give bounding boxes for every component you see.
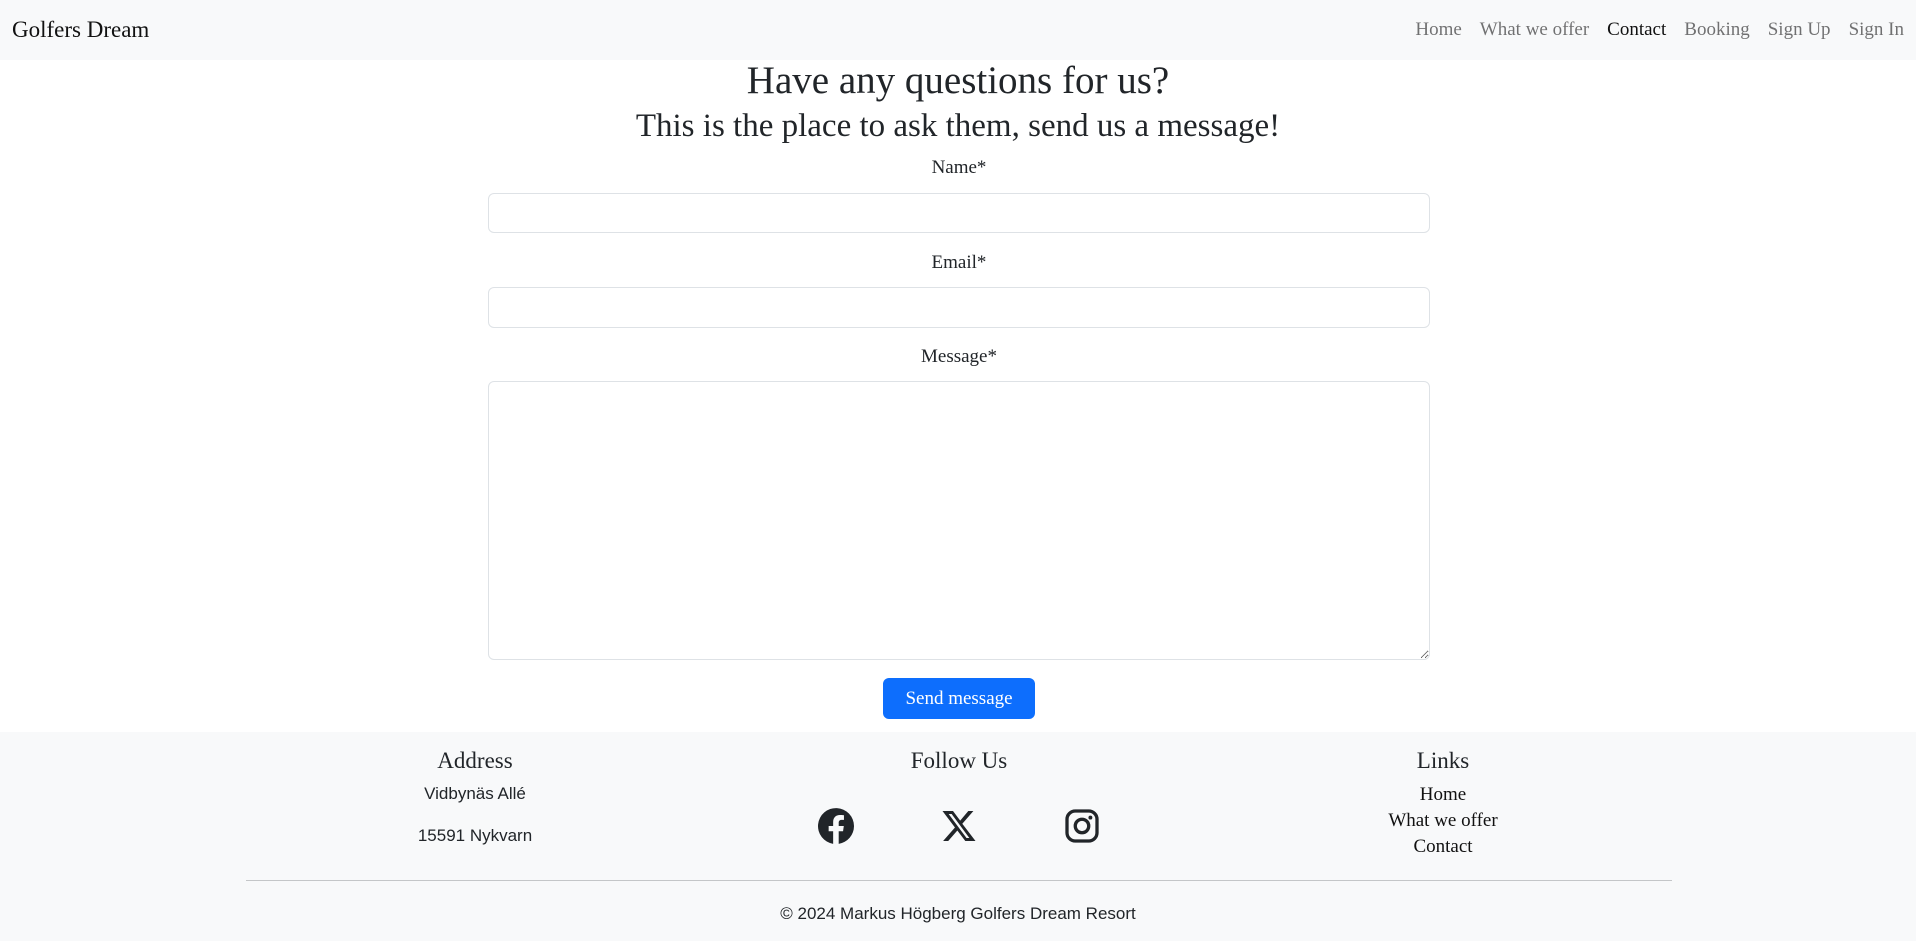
follow-section: Follow Us xyxy=(759,748,1159,844)
name-input[interactable] xyxy=(488,193,1430,233)
nav-contact[interactable]: Contact xyxy=(1607,19,1666,41)
name-label: Name* xyxy=(931,157,987,178)
nav-sign-up[interactable]: Sign Up xyxy=(1768,19,1831,41)
x-icon[interactable] xyxy=(941,808,977,844)
message-label: Message* xyxy=(921,346,997,367)
nav-booking[interactable]: Booking xyxy=(1684,19,1749,41)
message-textarea[interactable] xyxy=(488,381,1430,660)
copyright: © 2024 Markus Högberg Golfers Dream Reso… xyxy=(780,904,1136,923)
nav-links: Home What we offer Contact Booking Sign … xyxy=(1415,19,1904,41)
address-line1: Vidbynäs Allé xyxy=(424,784,526,803)
brand-link[interactable]: Golfers Dream xyxy=(12,17,149,43)
address-section: Address Vidbynäs Allé 15591 Nykvarn xyxy=(275,748,675,868)
footer-divider xyxy=(246,880,1672,881)
footer-link-contact[interactable]: Contact xyxy=(1243,834,1643,860)
navbar: Golfers Dream Home What we offer Contact… xyxy=(0,0,1916,60)
address-title: Address xyxy=(437,748,513,773)
footer: Address Vidbynäs Allé 15591 Nykvarn Foll… xyxy=(0,732,1916,941)
links-title: Links xyxy=(1416,748,1470,773)
nav-home[interactable]: Home xyxy=(1415,19,1461,41)
footer-link-home[interactable]: Home xyxy=(1243,782,1643,808)
email-label: Email* xyxy=(931,252,987,273)
send-message-button[interactable]: Send message xyxy=(883,678,1035,719)
nav-what-we-offer[interactable]: What we offer xyxy=(1480,19,1589,41)
page-title: Have any questions for us? xyxy=(746,59,1170,102)
footer-link-what-we-offer[interactable]: What we offer xyxy=(1243,808,1643,834)
address-line2: 15591 Nykvarn xyxy=(417,826,533,845)
email-input[interactable] xyxy=(488,287,1430,328)
nav-sign-in[interactable]: Sign In xyxy=(1849,19,1904,41)
links-section: Links Home What we offer Contact xyxy=(1243,748,1643,860)
facebook-icon[interactable] xyxy=(818,808,854,844)
follow-title: Follow Us xyxy=(910,748,1008,773)
page-subtitle: This is the place to ask them, send us a… xyxy=(635,108,1281,144)
instagram-icon[interactable] xyxy=(1064,808,1100,844)
